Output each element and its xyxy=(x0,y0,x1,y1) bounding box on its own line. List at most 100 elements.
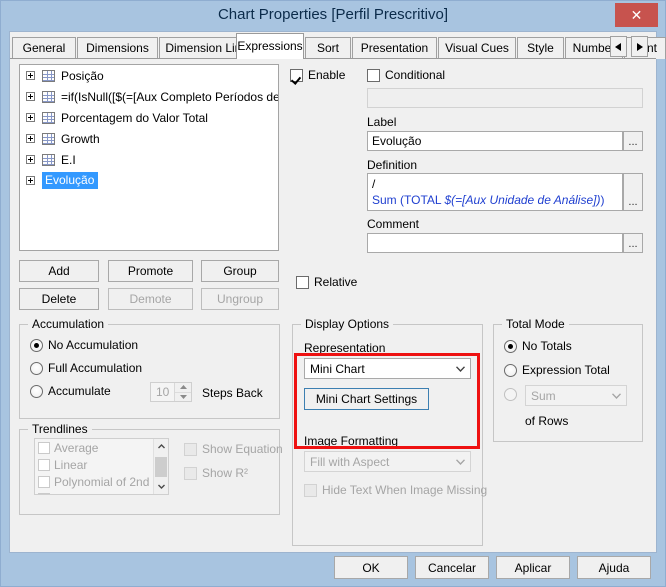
hide-text-when-image-missing-checkbox[interactable]: Hide Text When Image Missing xyxy=(304,483,487,497)
checkbox-icon[interactable] xyxy=(38,475,50,488)
stepper-arrows[interactable] xyxy=(174,383,191,401)
radio-label: No Totals xyxy=(522,339,572,353)
ok-button[interactable]: OK xyxy=(334,556,408,579)
checkbox-icon[interactable] xyxy=(38,458,50,471)
tab-sort[interactable]: Sort xyxy=(305,37,351,59)
expand-plus-icon[interactable] xyxy=(26,176,35,185)
definition-browse-button[interactable]: ... xyxy=(623,173,643,211)
checkbox-label: Enable xyxy=(308,68,346,82)
table-grid-icon xyxy=(42,90,55,103)
radio-label: Accumulate xyxy=(48,384,111,398)
checkbox-label: Show Equation xyxy=(202,442,283,456)
trendlines-list[interactable]: Average Linear Polynomial of 2nd d Polyn… xyxy=(34,438,169,495)
radio-no-accumulation[interactable]: No Accumulation xyxy=(30,338,138,352)
checkbox-icon[interactable] xyxy=(38,441,50,454)
list-item[interactable]: =if(IsNull([$(=[Aux Completo Períodos de… xyxy=(20,86,278,107)
delete-button[interactable]: Delete xyxy=(19,288,99,310)
apply-button[interactable]: Aplicar xyxy=(496,556,570,579)
list-item[interactable]: Growth xyxy=(20,128,278,149)
ungroup-button[interactable]: Ungroup xyxy=(201,288,279,310)
definition-caption: Definition xyxy=(367,158,418,172)
radio-expression-total[interactable]: Expression Total xyxy=(504,363,610,377)
representation-caption: Representation xyxy=(304,341,386,355)
definition-line-1: / xyxy=(372,177,376,191)
chevron-down-icon[interactable] xyxy=(610,390,622,402)
expand-plus-icon[interactable] xyxy=(26,71,35,80)
radio-label: Expression Total xyxy=(522,363,610,377)
tab-general[interactable]: General xyxy=(12,37,76,59)
chart-properties-dialog: Chart Properties [Perfil Prescritivo] ✕ … xyxy=(0,0,666,587)
expand-plus-icon[interactable] xyxy=(26,134,35,143)
list-item-label: Porcentagem do Valor Total xyxy=(61,110,208,125)
aggregation-select[interactable]: Sum xyxy=(525,385,627,406)
radio-aggregation-of-rows[interactable] xyxy=(504,388,522,401)
expand-plus-icon[interactable] xyxy=(26,92,35,101)
radio-no-totals[interactable]: No Totals xyxy=(504,339,572,353)
list-item[interactable]: Porcentagem do Valor Total xyxy=(20,107,278,128)
expand-plus-icon[interactable] xyxy=(26,113,35,122)
tab-strip: General Dimensions Dimension Limits Expr… xyxy=(10,32,666,59)
tab-style[interactable]: Style xyxy=(517,37,564,59)
conditional-checkbox[interactable]: Conditional xyxy=(367,68,445,82)
conditional-input[interactable] xyxy=(367,88,643,108)
definition-input[interactable]: / Sum (TOTAL $(=[Aux Unidade de Análise]… xyxy=(367,173,623,211)
comment-input[interactable] xyxy=(367,233,623,253)
scroll-up-icon[interactable] xyxy=(154,439,168,454)
list-item[interactable]: E.I xyxy=(20,149,278,170)
expression-list[interactable]: Posição =if(IsNull([$(=[Aux Completo Per… xyxy=(19,64,279,251)
expressions-panel: Posição =if(IsNull([$(=[Aux Completo Per… xyxy=(10,58,656,552)
label-input[interactable]: Evolução xyxy=(367,131,623,151)
mini-chart-settings-button[interactable]: Mini Chart Settings xyxy=(304,388,429,410)
stepper-up-icon[interactable] xyxy=(175,383,191,393)
image-formatting-select[interactable]: Fill with Aspect xyxy=(304,451,471,472)
radio-full-accumulation[interactable]: Full Accumulation xyxy=(30,361,142,375)
list-item[interactable]: Polynomial of 3rd d xyxy=(35,490,168,494)
scroll-down-icon[interactable] xyxy=(154,479,168,494)
checkbox-icon[interactable] xyxy=(38,492,50,494)
list-item[interactable]: Average xyxy=(35,439,168,456)
tab-presentation[interactable]: Presentation xyxy=(352,37,437,59)
add-button[interactable]: Add xyxy=(19,260,99,282)
title-bar: Chart Properties [Perfil Prescritivo] ✕ xyxy=(1,1,665,31)
tab-scroll-right-icon[interactable] xyxy=(631,36,648,57)
scrollbar-thumb[interactable] xyxy=(155,457,167,477)
steps-back-stepper[interactable]: 10 xyxy=(150,382,192,402)
radio-accumulate[interactable]: Accumulate xyxy=(30,384,111,398)
help-button[interactable]: Ajuda xyxy=(577,556,651,579)
expand-plus-icon[interactable] xyxy=(26,155,35,164)
definition-token-kw: (TOTAL xyxy=(396,193,445,207)
accumulation-legend: Accumulation xyxy=(28,317,109,331)
promote-button[interactable]: Promote xyxy=(108,260,193,282)
cancel-button[interactable]: Cancelar xyxy=(415,556,489,579)
representation-value: Mini Chart xyxy=(310,361,365,376)
comment-caption: Comment xyxy=(367,217,420,231)
close-icon[interactable]: ✕ xyxy=(615,3,658,27)
chevron-down-icon[interactable] xyxy=(454,363,466,375)
demote-button[interactable]: Demote xyxy=(108,288,193,310)
show-equation-checkbox[interactable]: Show Equation xyxy=(184,442,283,456)
tab-expressions[interactable]: Expressions xyxy=(236,33,304,59)
tab-visual-cues[interactable]: Visual Cues xyxy=(438,37,516,59)
chevron-down-icon[interactable] xyxy=(454,456,466,468)
relative-checkbox[interactable]: Relative xyxy=(296,275,357,289)
group-button[interactable]: Group xyxy=(201,260,279,282)
trendlines-group: Trendlines Average Linear Polynomial of … xyxy=(19,422,283,515)
list-item-label: E.I xyxy=(61,152,76,167)
enable-checkbox[interactable]: Enable xyxy=(290,68,345,82)
tab-scroll-left-icon[interactable] xyxy=(610,36,627,57)
list-item-selected[interactable]: Evolução xyxy=(20,170,278,191)
stepper-down-icon[interactable] xyxy=(175,392,191,401)
trendlines-legend: Trendlines xyxy=(28,422,92,436)
dialog-client-area: General Dimensions Dimension Limits Expr… xyxy=(9,31,666,553)
tab-dimensions[interactable]: Dimensions xyxy=(77,37,158,59)
scrollbar-vertical[interactable] xyxy=(153,439,168,494)
list-item[interactable]: Polynomial of 2nd d xyxy=(35,473,168,490)
representation-select[interactable]: Mini Chart xyxy=(304,358,471,379)
aggregation-value: Sum xyxy=(531,388,556,403)
comment-browse-button[interactable]: ... xyxy=(623,233,643,253)
label-browse-button[interactable]: ... xyxy=(623,131,643,151)
list-item[interactable]: Linear xyxy=(35,456,168,473)
list-item[interactable]: Posição xyxy=(20,65,278,86)
show-r2-checkbox[interactable]: Show R² xyxy=(184,466,248,480)
definition-token-var: $(=[Aux Unidade de Análise]) xyxy=(444,193,601,207)
